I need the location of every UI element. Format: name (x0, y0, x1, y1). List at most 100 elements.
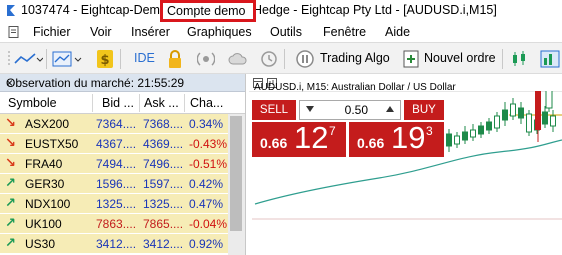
bid-cell: 1325.... (96, 197, 137, 211)
menu-aide[interactable]: Aide (385, 25, 410, 39)
bid-cell: 1596.... (96, 177, 137, 191)
change-cell: -0.51% (189, 157, 228, 171)
menu-bar: Fichier Voir Insérer Graphiques Outils F… (0, 22, 562, 42)
symbol-cell: UK100 (25, 217, 62, 231)
ask-cell: 7368.... (143, 117, 184, 131)
ask-cell: 7865.... (143, 217, 184, 231)
document-icon[interactable] (8, 26, 20, 38)
candle-body-13 (550, 115, 556, 127)
signal-icon[interactable] (197, 49, 215, 69)
window-title-account: 1037474 - Eightcap-Dem (21, 3, 160, 17)
account-type-label: Compte demo (167, 4, 246, 18)
window-title-broker: Hedge - Eightcap Pty Ltd - [AUDUSD.i,M15… (253, 3, 497, 17)
candle-body-2 (462, 131, 468, 141)
menu-outils[interactable]: Outils (270, 25, 302, 39)
buy-price-pips: 19 (391, 120, 426, 155)
change-cell: 0.47% (189, 197, 224, 211)
arrow-up-icon: ↗ (5, 195, 16, 210)
arrow-down-icon: ↘ (5, 135, 16, 150)
close-icon[interactable]: × (6, 76, 13, 90)
buy-button[interactable]: BUY (404, 100, 444, 120)
change-cell: -0.43% (189, 137, 228, 151)
bid-cell: 3412.... (96, 237, 137, 251)
lot-decrease-icon[interactable] (306, 106, 314, 112)
market-watch-column-header: Symbole Bid ... Ask ... Cha... (0, 92, 245, 114)
market-watch-title: Observation du marché: 21:55:29 (6, 76, 185, 90)
market-row-ndx100[interactable]: ↗ NDX100 1325.... 1325.... 0.47% (0, 194, 228, 214)
lot-increase-icon[interactable] (386, 106, 394, 112)
market-row-ger30[interactable]: ↗ GER30 1596.... 1597.... 0.42% (0, 174, 228, 194)
symbol-cell: NDX100 (25, 197, 71, 211)
ask-cell: 1325.... (143, 197, 184, 211)
lot-size-value[interactable]: 0.50 (332, 103, 368, 117)
arrow-up-icon: ↗ (5, 215, 16, 230)
sell-price-pips: 12 (294, 120, 329, 155)
sell-button[interactable]: SELL (252, 100, 296, 120)
candle-body-3 (470, 129, 476, 138)
ask-cell: 4369.... (143, 137, 184, 151)
history-icon[interactable] (260, 49, 278, 69)
col-bid[interactable]: Bid ... (102, 96, 134, 110)
dollar-sign-icon[interactable]: $ (96, 49, 114, 69)
green-candle-body (545, 87, 553, 109)
market-row-eustx50[interactable]: ↘ EUSTX50 4367.... 4369.... -0.43% (0, 134, 228, 154)
col-symbol[interactable]: Symbole (8, 96, 57, 110)
symbol-cell: GER30 (25, 177, 65, 191)
ask-cell: 1597.... (143, 177, 184, 191)
lock-icon[interactable] (167, 49, 183, 69)
ask-cell: 7496.... (143, 157, 184, 171)
chart-title: AUDUSD.i, M15: Australian Dollar / US Do… (254, 82, 456, 93)
change-cell: 0.42% (189, 177, 224, 191)
menu-inserer[interactable]: Insérer (131, 25, 170, 39)
indicators-icon[interactable] (52, 49, 84, 69)
market-watch-panel: Observation du marché: 21:55:29 × Symbol… (0, 74, 246, 255)
market-row-fra40[interactable]: ↘ FRA40 7494.... 7496.... -0.51% (0, 154, 228, 174)
algo-trading-icon[interactable] (295, 49, 315, 69)
menu-fenetre[interactable]: Fenêtre (323, 25, 366, 39)
change-cell: 0.92% (189, 237, 224, 251)
menu-voir[interactable]: Voir (90, 25, 112, 39)
bid-cell: 7494.... (96, 157, 137, 171)
menu-fichier[interactable]: Fichier (33, 25, 71, 39)
cloud-icon[interactable] (228, 49, 248, 69)
ide-button[interactable]: IDE (134, 51, 155, 65)
change-cell: 0.34% (189, 117, 224, 131)
candle-body-0 (446, 133, 452, 147)
symbol-cell: EUSTX50 (25, 137, 79, 151)
candle-body-4 (478, 125, 484, 135)
market-row-asx200[interactable]: ↘ ASX200 7364.... 7368.... 0.34% (0, 114, 228, 134)
title-bar: 1037474 - Eightcap-Dem Hedge - Eightcap … (0, 0, 562, 22)
new-order-icon[interactable] (402, 49, 420, 69)
new-order-button[interactable]: Nouvel ordre (424, 51, 496, 65)
one-click-trading-panel: SELL 0.50 BUY 0.66 12 7 0.66 19 3 (252, 100, 444, 157)
candle-body-5 (486, 121, 492, 131)
candles-icon[interactable] (510, 49, 528, 69)
sell-price-prefix: 0.66 (260, 135, 288, 151)
sell-quote[interactable]: 0.66 12 7 (252, 120, 346, 157)
menu-graphiques[interactable]: Graphiques (187, 25, 252, 39)
scrollbar-thumb[interactable] (230, 116, 242, 231)
col-change[interactable]: Cha... (190, 96, 223, 110)
algo-trading-button[interactable]: Trading Algo (320, 51, 390, 65)
bar-chart-icon[interactable] (540, 49, 560, 69)
lot-size-input[interactable]: 0.50 (299, 100, 401, 120)
buy-quote[interactable]: 0.66 19 3 (349, 120, 444, 157)
market-row-us30[interactable]: ↗ US30 3412.... 3412.... 0.92% (0, 234, 228, 254)
chart-window: AUDUSD.i, M15: Australian Dollar / US Do… (249, 74, 562, 255)
arrow-down-icon: ↘ (5, 155, 16, 170)
line-chart-icon[interactable] (13, 49, 43, 69)
change-cell: -0.04% (189, 217, 228, 231)
market-watch-scrollbar[interactable] (228, 114, 245, 255)
symbol-cell: FRA40 (25, 157, 63, 171)
market-row-uk100[interactable]: ↗ UK100 7863.... 7865.... -0.04% (0, 214, 228, 234)
candle-body-6 (494, 115, 500, 129)
toolbar: $ IDE Trading Algo Nouvel ordre (0, 42, 562, 74)
candle-body-1 (454, 135, 460, 145)
col-ask[interactable]: Ask ... (144, 96, 179, 110)
candle-body-10 (526, 113, 532, 133)
arrow-up-icon: ↗ (5, 175, 16, 190)
candle-body-9 (518, 107, 524, 119)
account-type-highlight: Compte demo (160, 0, 256, 22)
app-logo-icon (7, 5, 15, 16)
symbol-cell: US30 (25, 237, 56, 251)
